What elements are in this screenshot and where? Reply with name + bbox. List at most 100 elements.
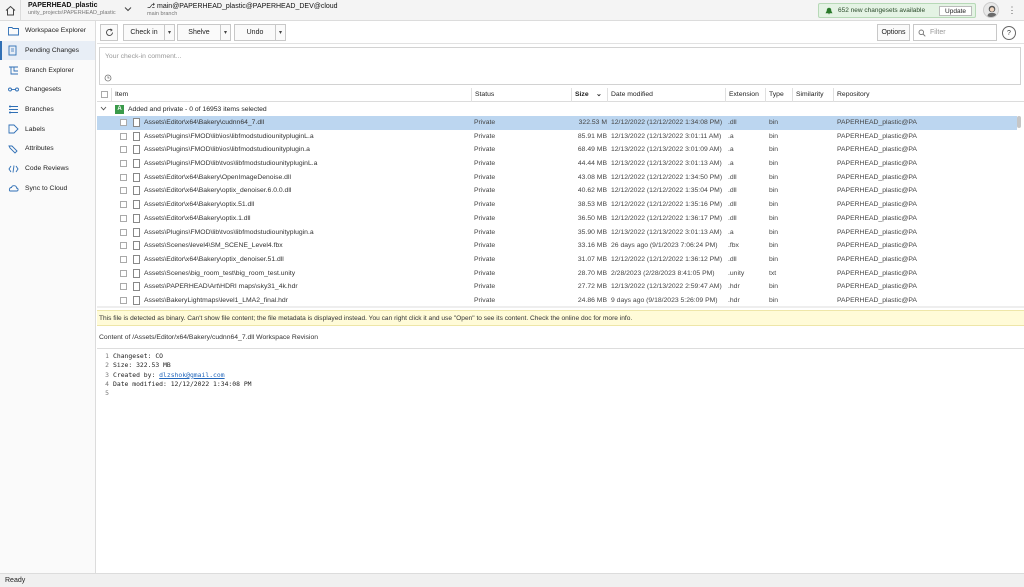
table-row[interactable]: Assets\Scenes\level4\SM_SCENE_Level4.fbx… (97, 239, 1017, 253)
sidebar-item-pending-changes[interactable]: Pending Changes (0, 40, 95, 61)
options-button[interactable]: Options (877, 24, 910, 41)
file-icon (133, 186, 140, 196)
cell-repository: PAPERHEAD_plastic@PAP (837, 119, 917, 126)
table-row[interactable]: Assets\Editor\x64\Bakery\optix_denoiser.… (97, 253, 1017, 267)
column-extension[interactable]: Extension (725, 88, 765, 102)
file-icon (133, 145, 140, 155)
sidebar-item-labels[interactable]: Labels (0, 119, 95, 139)
row-checkbox[interactable] (120, 119, 127, 126)
sidebar-item-label: Workspace Explorer (25, 27, 87, 35)
update-button[interactable]: Update (939, 6, 972, 16)
checkin-button[interactable]: Check in (123, 24, 165, 41)
refresh-button[interactable] (100, 24, 118, 41)
table-row[interactable]: Assets\Plugins\FMOD\lib\tvos\libfmodstud… (97, 157, 1017, 171)
sidebar-item-sync-to-cloud[interactable]: Sync to Cloud (0, 179, 95, 199)
row-checkbox[interactable] (120, 160, 127, 168)
cell-extension: .a (728, 228, 734, 236)
cell-item: Assets\Editor\x64\Bakery\optix_denoiser.… (144, 255, 284, 263)
column-size[interactable]: Size ⌄ (571, 88, 607, 102)
column-repository[interactable]: Repository (833, 88, 1024, 102)
checkin-dropdown[interactable]: ▾ (165, 24, 175, 41)
sidebar-item-branches[interactable]: Branches (0, 100, 95, 120)
cell-status: Private (474, 228, 496, 236)
sidebar-item-changesets[interactable]: Changesets (0, 80, 95, 100)
file-icon (133, 200, 140, 210)
line-number: 4 (105, 379, 109, 388)
chevron-down-icon[interactable] (100, 105, 107, 114)
home-icon[interactable] (0, 0, 21, 21)
row-checkbox[interactable] (120, 187, 127, 195)
history-icon[interactable] (104, 74, 112, 84)
row-checkbox[interactable] (120, 214, 127, 222)
undo-dropdown[interactable]: ▾ (276, 24, 286, 41)
sort-desc-icon: ⌄ (596, 91, 602, 98)
shelve-button[interactable]: Shelve (177, 24, 221, 41)
column-item[interactable]: Item (111, 88, 471, 102)
cell-item: Assets\Editor\x64\Bakery\cudnn64_7.dll (144, 119, 265, 126)
shelve-dropdown[interactable]: ▾ (221, 24, 231, 41)
panel-splitter[interactable] (97, 306, 1024, 308)
cell-extension: .hdr (728, 283, 740, 291)
sidebar-item-label: Attributes (25, 145, 54, 153)
added-badge: A (115, 104, 124, 114)
cell-status: Private (474, 160, 496, 168)
sidebar: Workspace Explorer Pending Changes Branc… (0, 21, 96, 573)
label-icon (7, 123, 19, 135)
row-checkbox[interactable] (120, 132, 127, 140)
table-row[interactable]: Assets\Editor\x64\Bakery\optix.51.dll Pri… (97, 198, 1017, 212)
table-row[interactable]: Assets\Plugins\FMOD\lib\ios\libfmodstudi… (97, 143, 1017, 157)
author-email-link[interactable]: dlzshok@gmail.com (159, 371, 224, 380)
workspace-selector[interactable]: PAPERHEAD_plastic unity_projects\PAPERHE… (28, 2, 116, 16)
sidebar-item-branch-explorer[interactable]: Branch Explorer (0, 60, 95, 80)
sidebar-item-workspace-explorer[interactable]: Workspace Explorer (0, 21, 95, 41)
branch-selector[interactable]: ⎇ main@PAPERHEAD_plastic@PAPERHEAD_DEV@c… (147, 2, 338, 17)
table-row[interactable]: Assets\Editor\x64\Bakery\optix.1.dll Priv… (97, 212, 1017, 226)
column-similarity[interactable]: Similarity (792, 88, 833, 102)
column-type[interactable]: Type (765, 88, 792, 102)
row-checkbox[interactable] (120, 201, 127, 209)
table-row[interactable]: Assets\Plugins\FMOD\lib\tvos\libfmodstud… (97, 226, 1017, 240)
workspace-path: unity_projects\PAPERHEAD_plastic (28, 10, 116, 16)
table-row[interactable]: Assets\Plugins\FMOD\lib\ios\libfmodstudi… (97, 130, 1017, 144)
undo-button[interactable]: Undo (234, 24, 276, 41)
cell-size: 38.53 MB (577, 201, 607, 209)
table-row[interactable]: Assets\Scenes\big_room_test\big_room_tes… (97, 267, 1017, 281)
folder-icon (7, 25, 19, 37)
row-checkbox[interactable] (120, 173, 127, 181)
scrollbar-thumb[interactable] (1017, 116, 1021, 128)
row-checkbox[interactable] (120, 242, 127, 250)
table-row[interactable]: Assets\BakeryLightmaps\level1_LMA2_final… (97, 294, 1017, 305)
group-added-private[interactable]: A Added and private - 0 of 16953 items s… (97, 103, 1024, 115)
table-row[interactable]: Assets\Editor\x64\Bakery\cudnn64_7.dll Pr… (97, 116, 1017, 130)
file-icon (133, 295, 140, 305)
sidebar-item-attributes[interactable]: Attributes (0, 139, 95, 159)
row-checkbox[interactable] (120, 283, 127, 291)
help-icon[interactable]: ? (1002, 26, 1016, 40)
cell-date: 2/28/2023 (2/28/2023 8:41:05 PM) (611, 269, 715, 277)
vertical-scrollbar[interactable] (1017, 116, 1022, 305)
row-checkbox[interactable] (120, 146, 127, 154)
filter-input[interactable]: Filter (913, 24, 997, 41)
row-checkbox[interactable] (120, 255, 127, 263)
column-date-modified[interactable]: Date modified (607, 88, 725, 102)
bell-icon (825, 7, 833, 14)
status-bar: Ready (0, 573, 1024, 587)
checkin-comment-field[interactable]: Your check-in comment... (99, 47, 1021, 85)
table-row[interactable]: Assets\Editor\x64\Bakery\optix_denoiser.… (97, 184, 1017, 198)
table-row[interactable]: Assets\PAPERHEAD\Art\HDRI maps\sky31_4k.… (97, 280, 1017, 294)
cell-repository: PAPERHEAD_plastic@PAP (837, 283, 917, 291)
more-options-icon[interactable]: ⋮ (1007, 4, 1017, 17)
code-line: 5 (97, 389, 1024, 398)
sidebar-item-code-reviews[interactable]: Code Reviews (0, 159, 95, 179)
row-checkbox[interactable] (120, 228, 127, 236)
cell-repository: PAPERHEAD_plastic@PAP (837, 201, 917, 209)
branches-icon (7, 104, 19, 116)
table-row[interactable]: Assets\Editor\x64\Bakery\OpenImageDenois… (97, 171, 1017, 185)
row-checkbox[interactable] (120, 269, 127, 277)
chevron-down-icon[interactable] (124, 5, 134, 15)
select-all-checkbox[interactable] (101, 91, 108, 98)
row-checkbox[interactable] (120, 296, 127, 304)
column-status[interactable]: Status (471, 88, 571, 102)
avatar[interactable] (983, 2, 999, 18)
cell-type: bin (769, 160, 779, 168)
